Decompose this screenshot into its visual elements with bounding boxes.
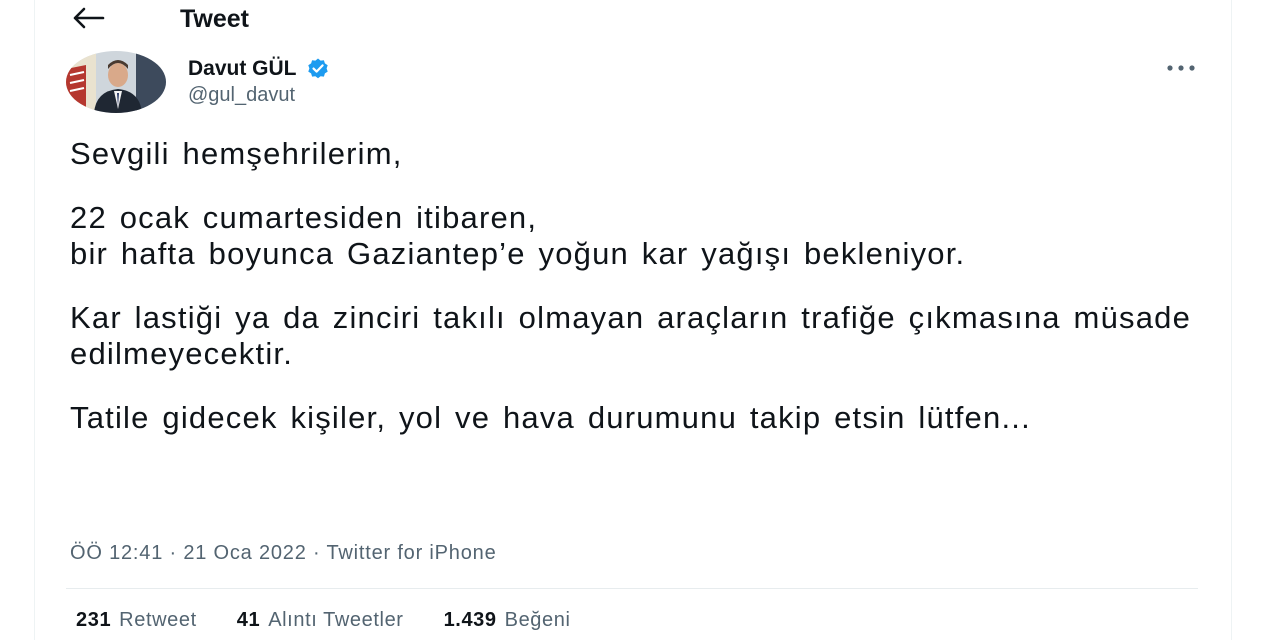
tweet-date: 21 Oca 2022	[183, 542, 307, 564]
profile-photo	[66, 51, 166, 113]
likes-stat[interactable]: 1.439 Beğeni	[444, 607, 571, 633]
tweet-text: Sevgili hemşehrilerim, 22 ocak cumartesi…	[70, 136, 1200, 464]
tweet-time: ÖÖ 12:41	[70, 542, 164, 564]
meta-separator: ·	[163, 542, 184, 564]
tweet-stats: 231 Retweet 41 Alıntı Tweetler 1.439 Beğ…	[76, 607, 611, 633]
tweet-paragraph: 22 ocak cumartesiden itibaren, bir hafta…	[70, 200, 1200, 272]
author-name[interactable]: Davut GÜL	[188, 55, 333, 83]
author-display-name: Davut GÜL	[188, 57, 297, 80]
tweet-metadata: ÖÖ 12:41 · 21 Oca 2022 · Twitter for iPh…	[70, 540, 497, 566]
tweet-timestamp[interactable]: ÖÖ 12:41 · 21 Oca 2022	[70, 542, 307, 564]
tweet-paragraph: Tatile gidecek kişiler, yol ve hava duru…	[70, 400, 1031, 435]
quote-tweets-stat[interactable]: 41 Alıntı Tweetler	[237, 607, 404, 633]
retweets-label: Retweet	[119, 609, 197, 631]
arrow-left-icon	[73, 7, 105, 29]
page-title: Tweet	[180, 5, 249, 33]
meta-separator: ·	[306, 542, 327, 564]
verified-badge-icon	[307, 58, 328, 79]
tweet-paragraph: Sevgili hemşehrilerim,	[70, 136, 403, 171]
more-horizontal-icon	[1167, 65, 1195, 71]
likes-count: 1.439	[443, 609, 497, 631]
tweet-paragraph: Kar lastiği ya da zinciri takılı olmayan…	[70, 300, 1192, 371]
back-button[interactable]	[66, 2, 110, 34]
tweet-source[interactable]: Twitter for iPhone	[326, 542, 496, 564]
likes-label: Beğeni	[504, 609, 571, 631]
author-handle[interactable]: @gul_davut	[188, 82, 295, 108]
quote-tweets-label: Alıntı Tweetler	[268, 609, 404, 631]
divider	[66, 588, 1198, 589]
more-options-button[interactable]	[1160, 56, 1202, 80]
avatar[interactable]	[66, 51, 166, 113]
tweet-paragraph-line: 22 ocak cumartesiden itibaren, bir hafta…	[70, 200, 966, 271]
retweets-count: 231	[76, 609, 112, 631]
quote-tweets-count: 41	[236, 609, 261, 631]
retweets-stat[interactable]: 231 Retweet	[76, 607, 197, 633]
